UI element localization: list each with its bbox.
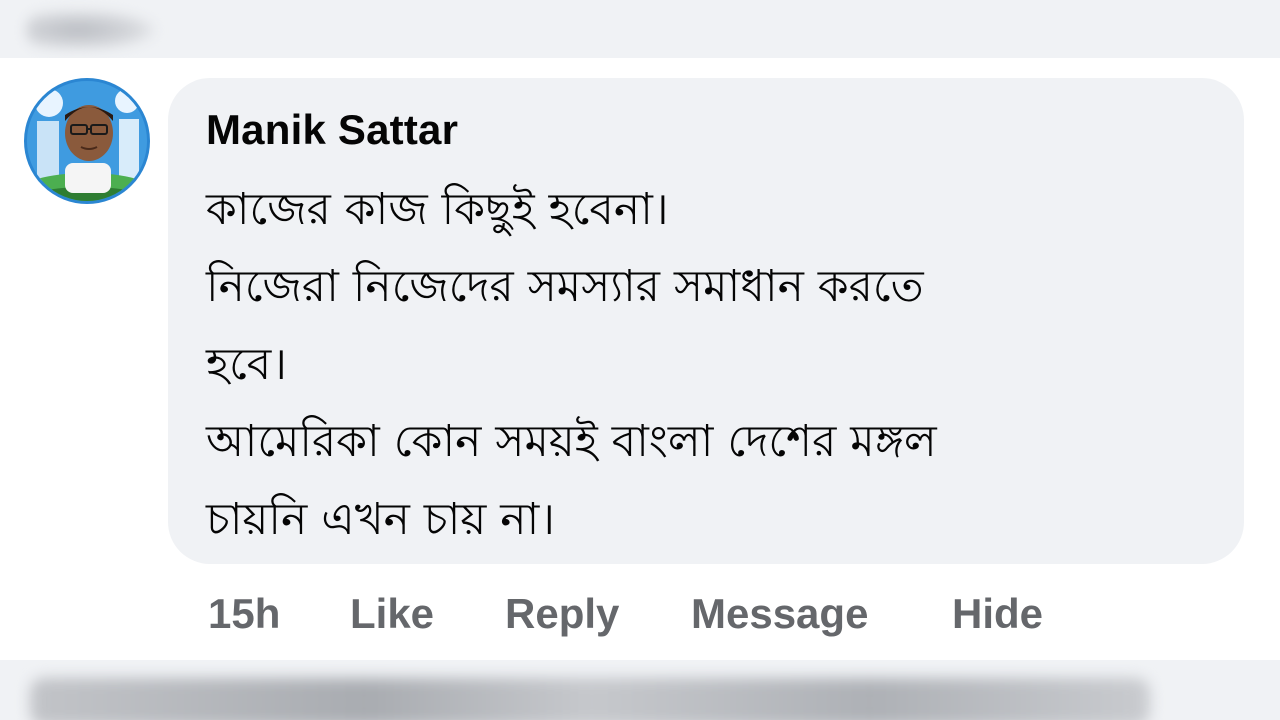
avatar[interactable] (24, 78, 150, 204)
message-button[interactable]: Message (691, 590, 868, 638)
previous-comment-blurred (0, 0, 1280, 58)
reply-button[interactable]: Reply (505, 590, 619, 638)
comment-text-line: চায়নি এখন চায় না। (206, 494, 556, 545)
next-comment-blurred (0, 660, 1280, 720)
comment-text-line: নিজেরা নিজেদের সমস্যার সমাধান করতে (206, 261, 924, 312)
comment-text-line: কাজের কাজ কিছুই হবেনা। (206, 184, 669, 235)
comment-text-line: হবে। (206, 339, 288, 390)
comment-author[interactable]: Manik Sattar (206, 106, 458, 154)
blurred-text (26, 10, 156, 50)
comment-text-line: আমেরিকা কোন সময়ই বাংলা দেশের মঙ্গল (206, 416, 937, 467)
blurred-text (30, 678, 1150, 720)
hide-button[interactable]: Hide (952, 590, 1043, 638)
avatar-photo (27, 81, 147, 201)
comment-timestamp[interactable]: 15h (208, 590, 280, 638)
like-button[interactable]: Like (350, 590, 434, 638)
